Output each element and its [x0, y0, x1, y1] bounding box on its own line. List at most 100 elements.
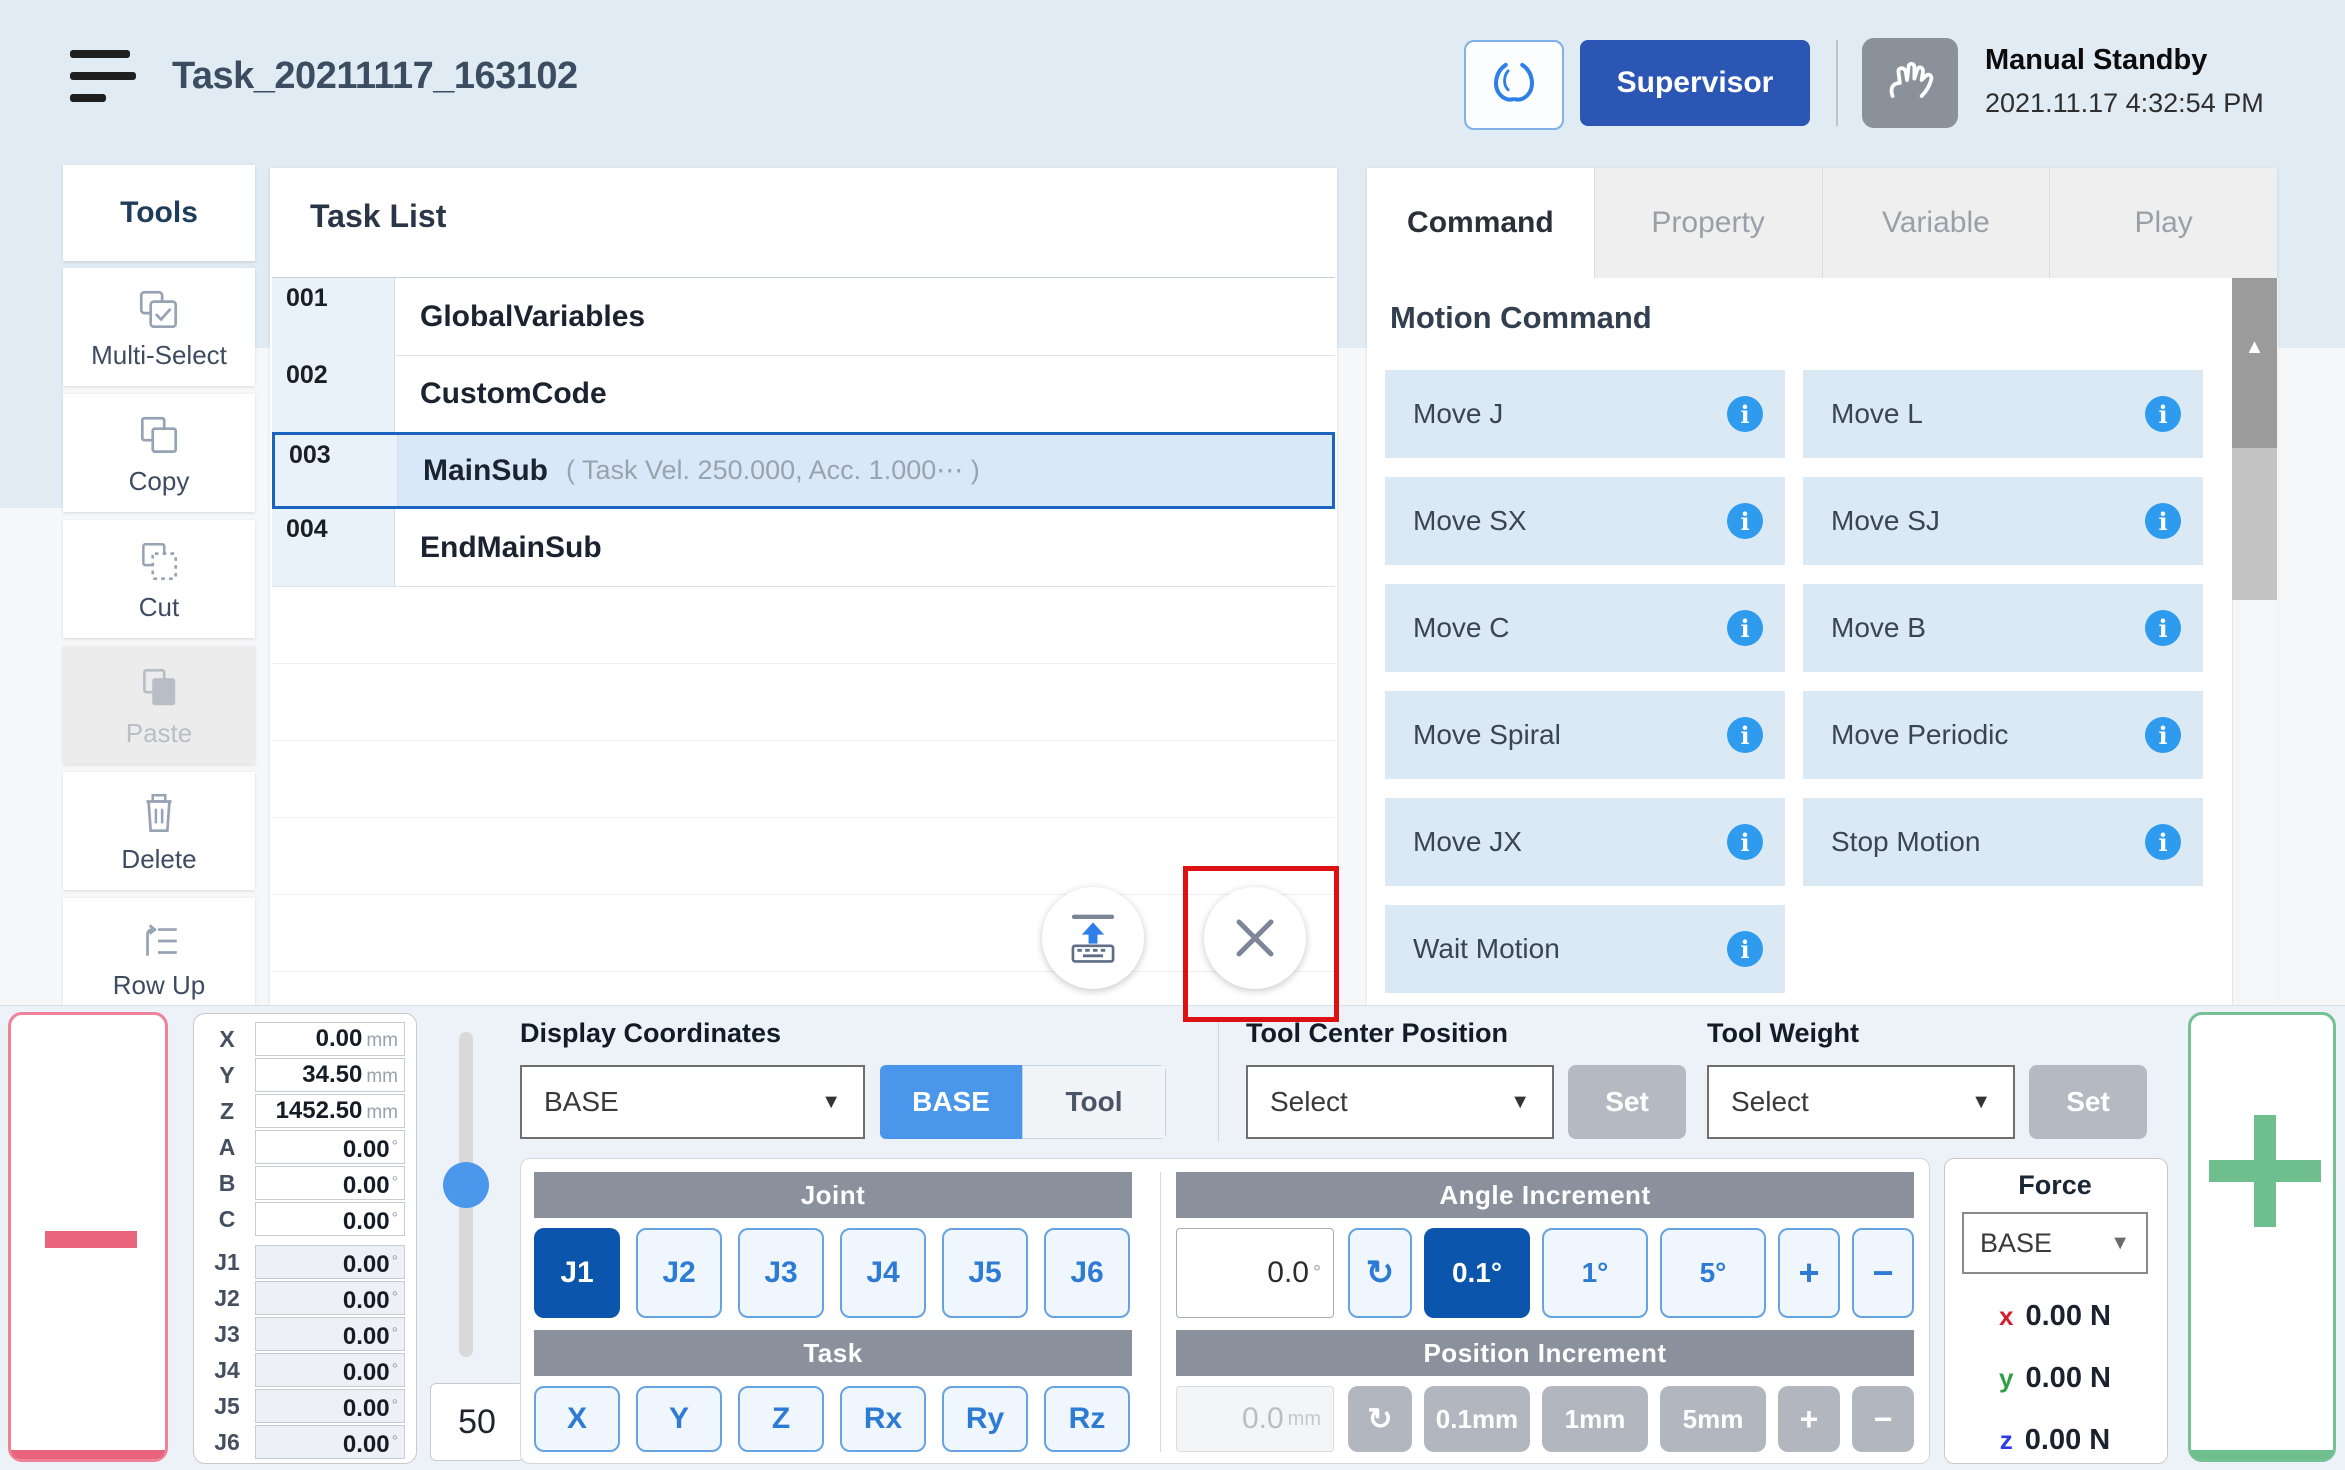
tool-center-position-select[interactable]: Select ▼	[1246, 1065, 1554, 1139]
command-move-sj[interactable]: Move SJi	[1803, 477, 2203, 565]
angle-value: 0.0	[1267, 1256, 1309, 1290]
hamburger-menu-button[interactable]	[70, 50, 140, 116]
force-frame-select[interactable]: BASE ▼	[1962, 1212, 2148, 1274]
axis-label: B	[203, 1166, 251, 1201]
manual-mode-button[interactable]	[1862, 38, 1958, 128]
command-move-b[interactable]: Move Bi	[1803, 584, 2203, 672]
angle-increment-0-1[interactable]: 0.1°	[1424, 1228, 1530, 1318]
task-row-001[interactable]: 001 GlobalVariables	[272, 278, 1335, 356]
command-scrollbar-up-button[interactable]: ▲	[2232, 278, 2277, 448]
position-increment-plus[interactable]: +	[1778, 1386, 1840, 1452]
info-icon[interactable]: i	[1727, 824, 1763, 860]
command-move-sx[interactable]: Move SXi	[1385, 477, 1785, 565]
angle-increment-input[interactable]: 0.0°	[1176, 1228, 1334, 1318]
value-text: 1452.50	[276, 1097, 363, 1124]
tool-weight-set-button[interactable]: Set	[2029, 1065, 2147, 1139]
info-icon[interactable]: i	[2145, 610, 2181, 646]
jog-button-label: J5	[968, 1256, 1001, 1290]
info-icon[interactable]: i	[2145, 396, 2181, 432]
value-text: 0.00	[343, 1287, 390, 1314]
speed-value-box[interactable]: 50	[430, 1383, 524, 1461]
command-move-periodic[interactable]: Move Periodici	[1803, 691, 2203, 779]
command-stop-motion[interactable]: Stop Motioni	[1803, 798, 2203, 886]
gripper-button[interactable]	[1464, 40, 1564, 130]
speed-slider-knob[interactable]	[443, 1162, 489, 1208]
cut-icon	[135, 538, 183, 586]
jog-minus-button[interactable]	[8, 1012, 168, 1462]
command-move-c[interactable]: Move Ci	[1385, 584, 1785, 672]
command-move-spiral[interactable]: Move Spiral i	[1385, 691, 1785, 779]
force-title: Force	[1944, 1170, 2166, 1201]
toggle-base[interactable]: BASE	[880, 1065, 1022, 1139]
jog-joint-j3[interactable]: J3	[738, 1228, 824, 1318]
tab-property[interactable]: Property	[1594, 168, 1822, 278]
force-axis-label: x	[1999, 1301, 2013, 1332]
jog-joint-j6[interactable]: J6	[1044, 1228, 1130, 1318]
position-increment-1mm[interactable]: 1mm	[1542, 1386, 1648, 1452]
robot-status: Manual Standby	[1985, 44, 2207, 77]
tool-row-up-button[interactable]: Row Up	[63, 898, 255, 1005]
tab-command[interactable]: Command	[1367, 168, 1594, 278]
tool-multi-select-button[interactable]: Multi-Select	[63, 268, 255, 386]
task-row-004[interactable]: 004 EndMainSub	[272, 509, 1335, 587]
supervisor-button[interactable]: Supervisor	[1580, 40, 1810, 126]
command-wait-motion[interactable]: Wait Motioni	[1385, 905, 1785, 993]
chevron-down-icon: ▼	[1510, 1091, 1530, 1114]
jog-plus-button[interactable]	[2188, 1012, 2336, 1462]
display-coordinates-select[interactable]: BASE ▼	[520, 1065, 865, 1139]
position-increment-minus[interactable]: −	[1852, 1386, 1914, 1452]
jog-joint-j5[interactable]: J5	[942, 1228, 1028, 1318]
jog-joint-j1[interactable]: J1	[534, 1228, 620, 1318]
angle-increment-plus[interactable]: +	[1778, 1228, 1840, 1318]
position-increment-input[interactable]: 0.0mm	[1176, 1386, 1334, 1452]
task-row-002[interactable]: 002 CustomCode	[272, 355, 1335, 433]
jog-task-y[interactable]: Y	[636, 1386, 722, 1452]
tool-delete-button[interactable]: Delete	[63, 772, 255, 890]
tool-label: Copy	[129, 466, 190, 497]
tab-variable[interactable]: Variable	[1822, 168, 2050, 278]
tool-cut-button[interactable]: Cut	[63, 520, 255, 638]
tool-copy-button[interactable]: Copy	[63, 394, 255, 512]
tool-center-position-set-button[interactable]: Set	[1568, 1065, 1686, 1139]
command-move-l[interactable]: Move Li	[1803, 370, 2203, 458]
command-move-jx[interactable]: Move JXi	[1385, 798, 1785, 886]
info-icon[interactable]: i	[1727, 717, 1763, 753]
position-increment-0-1mm[interactable]: 0.1mm	[1424, 1386, 1530, 1452]
header-divider	[1836, 40, 1838, 126]
task-list-gridline	[272, 663, 1335, 664]
coord-row-j3: J3 0.00°	[203, 1317, 405, 1352]
command-scrollbar-thumb[interactable]	[2232, 448, 2277, 600]
jog-task-rz[interactable]: Rz	[1044, 1386, 1130, 1452]
task-row-name-text: EndMainSub	[420, 531, 602, 565]
tool-weight-select[interactable]: Select ▼	[1707, 1065, 2015, 1139]
jog-joint-j2[interactable]: J2	[636, 1228, 722, 1318]
info-icon[interactable]: i	[1727, 503, 1763, 539]
jog-task-z[interactable]: Z	[738, 1386, 824, 1452]
toggle-tool[interactable]: Tool	[1022, 1065, 1166, 1139]
tool-paste-button[interactable]: Paste	[63, 646, 255, 764]
virtual-keyboard-button[interactable]	[1042, 887, 1144, 989]
info-icon[interactable]: i	[2145, 717, 2181, 753]
info-icon[interactable]: i	[1727, 931, 1763, 967]
command-move-j[interactable]: Move Ji	[1385, 370, 1785, 458]
jog-task-x[interactable]: X	[534, 1386, 620, 1452]
info-icon[interactable]: i	[2145, 824, 2181, 860]
position-reset-button[interactable]: ↻	[1348, 1386, 1412, 1452]
info-icon[interactable]: i	[1727, 610, 1763, 646]
info-icon[interactable]: i	[2145, 503, 2181, 539]
angle-increment-minus[interactable]: −	[1852, 1228, 1914, 1318]
angle-increment-5[interactable]: 5°	[1660, 1228, 1766, 1318]
value-text: 0.00	[343, 1208, 390, 1235]
unit-label: °	[392, 1210, 398, 1227]
angle-reset-button[interactable]: ↻	[1348, 1228, 1412, 1318]
command-label: Move Spiral	[1413, 719, 1561, 751]
jog-task-ry[interactable]: Ry	[942, 1386, 1028, 1452]
position-increment-5mm[interactable]: 5mm	[1660, 1386, 1766, 1452]
tab-play[interactable]: Play	[2049, 168, 2277, 278]
info-icon[interactable]: i	[1727, 396, 1763, 432]
jog-task-rx[interactable]: Rx	[840, 1386, 926, 1452]
angle-increment-1[interactable]: 1°	[1542, 1228, 1648, 1318]
jog-joint-j4[interactable]: J4	[840, 1228, 926, 1318]
value-text: 34.50	[302, 1061, 362, 1088]
task-row-003-selected[interactable]: 003 MainSub ( Task Vel. 250.000, Acc. 1.…	[272, 432, 1335, 509]
